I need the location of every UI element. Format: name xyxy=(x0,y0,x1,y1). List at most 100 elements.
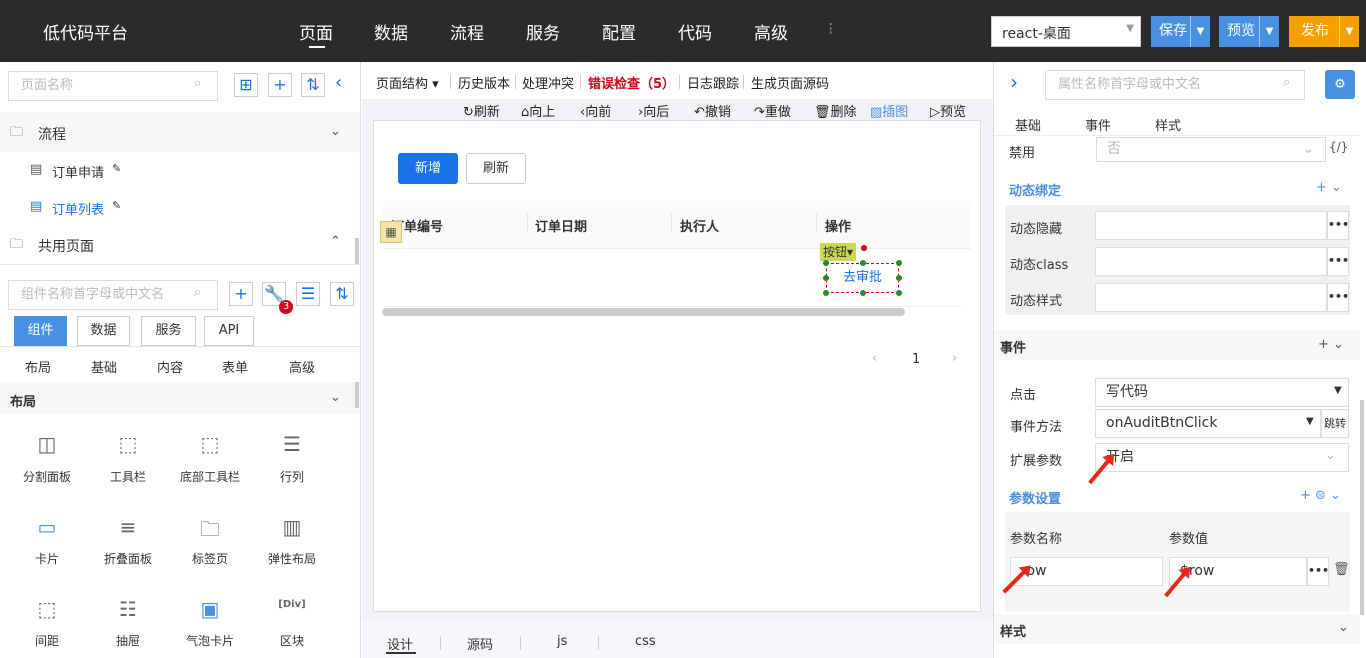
resolve-conflicts[interactable]: 处理冲突 xyxy=(522,73,574,92)
subtab-form[interactable]: 表单 xyxy=(222,357,248,376)
dynamic-hidden-input[interactable] xyxy=(1095,211,1327,240)
add-icon[interactable]: + ⌄ xyxy=(1316,180,1342,195)
jump-button[interactable]: 跳转 xyxy=(1321,409,1349,438)
caret-down-icon[interactable]: ▼ xyxy=(1259,16,1279,47)
component-popover-card[interactable]: 气泡卡片 xyxy=(170,632,250,649)
card-icon[interactable]: ▭ xyxy=(7,515,87,539)
nav-page[interactable]: 页面 xyxy=(299,19,333,44)
bottom-toolbar-icon[interactable]: ⬚ xyxy=(170,432,250,456)
tab-components[interactable]: 组件 xyxy=(14,316,67,346)
component-block[interactable]: 区块 xyxy=(252,632,332,649)
env-select[interactable]: react-桌面 ▼ xyxy=(991,16,1141,47)
component-toolbar[interactable]: 工具栏 xyxy=(88,468,168,485)
caret-down-icon[interactable]: ▼ xyxy=(1334,385,1342,396)
tree-item-order-apply[interactable]: 订单申请 xyxy=(52,162,104,181)
caret-down-icon[interactable]: ▼ xyxy=(1306,416,1314,427)
toolbar-icon[interactable]: ⬚ xyxy=(88,432,168,456)
selected-component-tag[interactable]: 按钮▾ xyxy=(820,243,857,261)
add-icon[interactable]: + ⌄ xyxy=(1318,337,1344,352)
nav-code[interactable]: 代码 xyxy=(678,19,712,44)
tab-data[interactable]: 数据 xyxy=(77,316,130,346)
scrollbar[interactable] xyxy=(355,238,359,264)
add-folder-icon[interactable]: ⊞ xyxy=(234,73,258,97)
spacer-icon[interactable]: ⬚ xyxy=(7,597,87,621)
caret-down-icon[interactable]: ▼ xyxy=(1339,16,1359,47)
error-check[interactable]: 错误检查（5） xyxy=(588,73,675,92)
collapse-left-icon[interactable]: ‹ xyxy=(335,72,342,93)
design-canvas[interactable] xyxy=(373,120,981,612)
nav-more[interactable]: ⁝ xyxy=(828,19,833,39)
save-button[interactable]: 保存 ▼ xyxy=(1151,16,1210,47)
tab-basic[interactable]: 基础 xyxy=(1015,115,1041,134)
settings-gear-icon[interactable]: ⚙ xyxy=(1325,70,1355,99)
tabs-icon[interactable]: 🗀 xyxy=(170,515,250,549)
property-search-input[interactable]: 属性名称首字母或中文名 xyxy=(1045,70,1305,100)
component-tabs[interactable]: 标签页 xyxy=(170,550,250,567)
insert-image-action[interactable]: ▨插图 xyxy=(870,101,908,120)
move-forward-action[interactable]: ‹向前 xyxy=(580,101,611,120)
refresh-action[interactable]: ↻刷新 xyxy=(463,101,500,120)
preview-button[interactable]: 预览 ▼ xyxy=(1219,16,1279,47)
tab-style[interactable]: 样式 xyxy=(1155,115,1181,134)
component-drawer[interactable]: 抽屉 xyxy=(88,632,168,649)
chevron-down-icon[interactable]: ⌄ xyxy=(330,124,341,139)
sort-icon[interactable]: ⇅ xyxy=(301,73,325,97)
dynamic-class-input[interactable] xyxy=(1095,247,1327,276)
tab-source[interactable]: 源码 xyxy=(467,634,493,653)
resize-handle[interactable] xyxy=(823,260,829,266)
tab-services[interactable]: 服务 xyxy=(141,316,196,346)
resize-handle[interactable] xyxy=(896,275,902,281)
publish-button[interactable]: 发布 ▼ xyxy=(1289,16,1359,47)
move-up-action[interactable]: ⌂向上 xyxy=(521,101,555,120)
component-row-col[interactable]: 行列 xyxy=(252,468,332,485)
list-sort-icon[interactable]: ☰ xyxy=(296,282,320,306)
tree-item-order-list[interactable]: 订单列表 xyxy=(52,199,104,218)
chevron-down-icon[interactable]: ⌄ xyxy=(1303,142,1314,157)
subtab-basic[interactable]: 基础 xyxy=(91,357,117,376)
component-card[interactable]: 卡片 xyxy=(7,550,87,567)
component-spacer[interactable]: 间距 xyxy=(7,632,87,649)
div-block-icon[interactable]: [Div] xyxy=(252,599,332,610)
log-trace[interactable]: 日志跟踪 xyxy=(687,73,739,92)
dynamic-style-input[interactable] xyxy=(1095,283,1327,312)
history-versions[interactable]: 历史版本 xyxy=(458,73,510,92)
resize-handle[interactable] xyxy=(860,260,866,266)
more-icon[interactable]: ••• xyxy=(1327,211,1349,240)
tab-design[interactable]: 设计 xyxy=(387,634,413,653)
column-executor[interactable]: 执行人 xyxy=(680,216,719,235)
column-settings-icon[interactable]: ▦ xyxy=(380,221,402,243)
edit-icon[interactable]: ✎ xyxy=(112,199,121,212)
tab-events[interactable]: 事件 xyxy=(1085,115,1111,134)
edit-icon[interactable]: ✎ xyxy=(112,162,121,175)
horizontal-scrollbar[interactable] xyxy=(382,308,905,316)
chevron-down-icon[interactable]: ⌄ xyxy=(1338,620,1349,635)
column-order-date[interactable]: 订单日期 xyxy=(535,216,587,235)
add-icon[interactable]: + ⊜ ⌄ xyxy=(1300,488,1341,503)
delete-action[interactable]: 🗑删除 xyxy=(814,101,857,120)
resize-handle[interactable] xyxy=(896,290,902,296)
move-back-action[interactable]: ›向后 xyxy=(638,101,669,120)
resize-handle[interactable] xyxy=(896,260,902,266)
ext-params-select[interactable]: 开启 xyxy=(1095,443,1349,472)
page-search-input[interactable]: 页面名称 xyxy=(8,71,218,101)
group-flow[interactable]: 流程 xyxy=(38,124,66,144)
audit-button[interactable]: 去审批 xyxy=(826,263,899,293)
section-layout[interactable]: 布局 xyxy=(10,391,36,410)
tab-css[interactable]: css xyxy=(635,634,656,649)
scrollbar[interactable] xyxy=(1360,400,1364,615)
popover-card-icon[interactable]: ▣ xyxy=(170,597,250,621)
code-binding-icon[interactable]: {/} xyxy=(1329,140,1348,154)
generate-source[interactable]: 生成页面源码 xyxy=(751,73,829,92)
column-actions[interactable]: 操作 xyxy=(825,216,851,235)
expand-right-icon[interactable]: › xyxy=(1010,70,1018,94)
subtab-advanced[interactable]: 高级 xyxy=(289,357,315,376)
scrollbar[interactable] xyxy=(355,382,359,408)
click-select[interactable]: 写代码 xyxy=(1095,378,1349,407)
component-split-panel[interactable]: 分割面板 xyxy=(7,468,87,485)
component-flex-layout[interactable]: 弹性布局 xyxy=(252,550,332,567)
component-search-input[interactable]: 组件名称首字母或中文名 xyxy=(8,280,218,310)
dynamic-binding-title[interactable]: 动态绑定 xyxy=(1009,180,1061,199)
redo-action[interactable]: ↷重做 xyxy=(754,101,791,120)
param-settings-title[interactable]: 参数设置 xyxy=(1009,488,1061,507)
tab-api[interactable]: API xyxy=(204,316,254,346)
